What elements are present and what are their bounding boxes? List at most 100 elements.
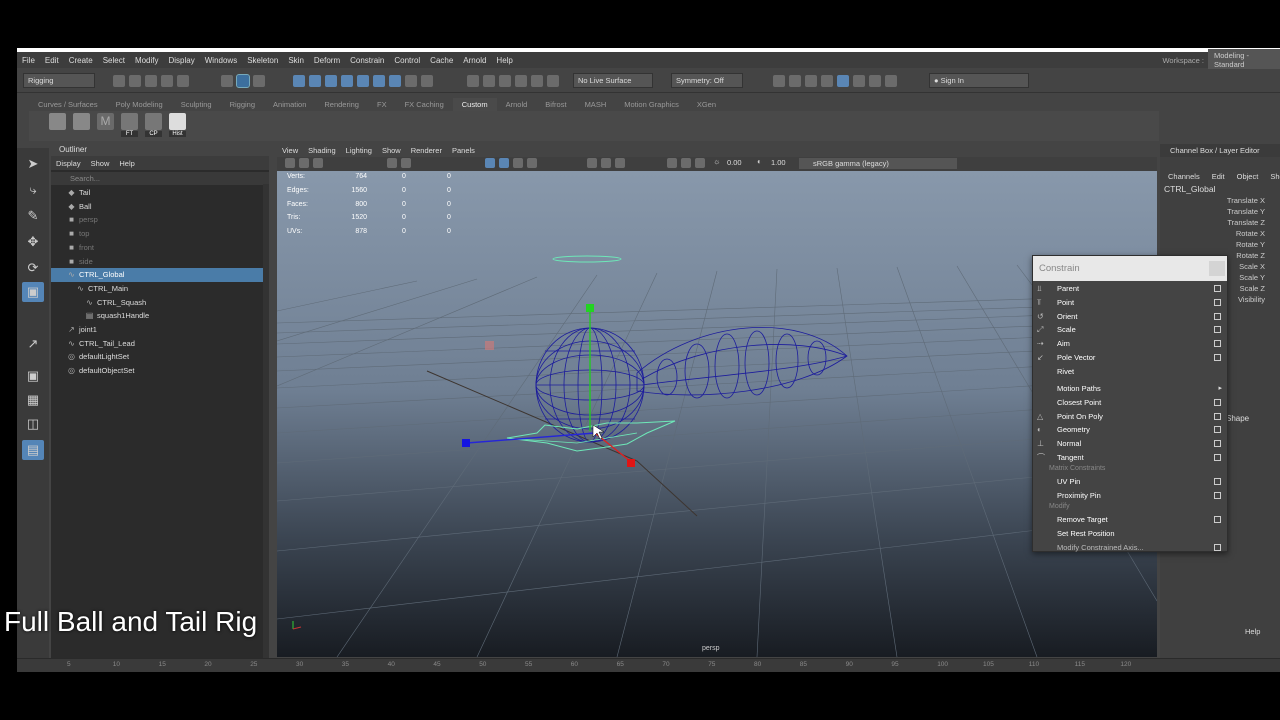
- xray-joints-icon[interactable]: [601, 158, 611, 168]
- outliner-item-persp[interactable]: ■ persp: [51, 213, 263, 227]
- delete-history-icon[interactable]: [169, 113, 186, 130]
- grid-toggle-icon[interactable]: [387, 158, 397, 168]
- menu-file[interactable]: File: [17, 56, 40, 65]
- persp-outliner-icon[interactable]: ◫: [22, 414, 44, 434]
- snap-grid-icon[interactable]: [467, 75, 479, 87]
- gamma-value[interactable]: 1.00: [771, 158, 786, 167]
- viewport-menu-shading[interactable]: Shading: [303, 146, 341, 155]
- shelf-tab-animation[interactable]: Animation: [264, 98, 315, 111]
- channel-box-node[interactable]: CTRL_Global: [1164, 184, 1216, 194]
- option-box-icon[interactable]: [1214, 478, 1221, 485]
- z-axis-handle[interactable]: [462, 439, 470, 447]
- menu-skin[interactable]: Skin: [283, 56, 309, 65]
- menu-create[interactable]: Create: [64, 56, 98, 65]
- menu-item-parent[interactable]: ⫫ Parent: [1033, 282, 1227, 296]
- new-scene-icon[interactable]: [113, 75, 125, 87]
- select-component-icon[interactable]: [253, 75, 265, 87]
- hypershade-icon[interactable]: [837, 75, 849, 87]
- viewport-menu-renderer[interactable]: Renderer: [406, 146, 447, 155]
- channel-attr-translate-z[interactable]: Translate Z: [1180, 217, 1265, 228]
- viewport-menu-lighting[interactable]: Lighting: [341, 146, 377, 155]
- outliner-item-joint1[interactable]: ↗ joint1: [51, 323, 263, 337]
- lock-selection-icon[interactable]: [405, 75, 417, 87]
- channel-attr-translate-x[interactable]: Translate X: [1180, 195, 1265, 206]
- lights-icon[interactable]: [527, 158, 537, 168]
- rotate-tool-icon[interactable]: ⟳: [22, 258, 44, 278]
- select-camera-icon[interactable]: [285, 158, 295, 168]
- film-gate-icon[interactable]: [401, 158, 411, 168]
- select-by-joint-icon[interactable]: [309, 75, 321, 87]
- option-box-icon[interactable]: [1214, 440, 1221, 448]
- save-scene-icon[interactable]: [145, 75, 157, 87]
- channel-menu-show[interactable]: Show: [1262, 170, 1280, 183]
- viewport-menu-panels[interactable]: Panels: [447, 146, 480, 155]
- gate-mask-icon[interactable]: [681, 158, 691, 168]
- undo-icon[interactable]: [161, 75, 173, 87]
- shelf-tab-fx[interactable]: FX: [368, 98, 396, 111]
- menu-item-point-on-poly[interactable]: △ Point On Poly: [1033, 410, 1227, 424]
- render-frame-icon[interactable]: [789, 75, 801, 87]
- outliner-item-squash1handle[interactable]: ▤ squash1Handle: [51, 309, 263, 323]
- last-tool-icon[interactable]: ↗: [22, 334, 44, 354]
- outliner-item-ctrl-squash[interactable]: ∿ CTRL_Squash: [51, 296, 263, 310]
- single-view-icon[interactable]: ▣: [22, 366, 44, 386]
- select-by-dynamic-icon[interactable]: [373, 75, 385, 87]
- select-object-icon[interactable]: [236, 74, 250, 88]
- shelf-tab-custom[interactable]: Custom: [452, 98, 497, 111]
- shelf-tab-fx-caching[interactable]: FX Caching: [396, 98, 453, 111]
- option-box-icon[interactable]: [1214, 285, 1221, 292]
- menu-constrain[interactable]: Constrain: [345, 56, 389, 65]
- outliner-item-ball[interactable]: ◆ Ball: [51, 200, 263, 214]
- snap-projected-icon[interactable]: [515, 75, 527, 87]
- select-hierarchy-icon[interactable]: [221, 75, 233, 87]
- x-axis-handle[interactable]: [627, 459, 635, 467]
- 3d-scene[interactable]: Verts: 764 0 0 Edges: 1560 0 0 Faces: 800 0 0 Tris: 1…: [277, 171, 1157, 657]
- menu-edit[interactable]: Edit: [40, 56, 64, 65]
- channel-attr-translate-y[interactable]: Translate Y: [1180, 206, 1265, 217]
- menu-item-set-rest-position[interactable]: Set Rest Position: [1033, 527, 1227, 541]
- menu-item-point[interactable]: ⫪ Point: [1033, 296, 1227, 310]
- channel-menu-channels[interactable]: Channels: [1160, 170, 1204, 183]
- menu-help[interactable]: Help: [491, 56, 517, 65]
- menu-cache[interactable]: Cache: [425, 56, 458, 65]
- outliner-search-input[interactable]: Search...: [51, 172, 269, 185]
- option-box-icon[interactable]: [1214, 354, 1221, 361]
- menu-deform[interactable]: Deform: [309, 56, 345, 65]
- make-live-icon[interactable]: [547, 75, 559, 87]
- menu-item-aim[interactable]: ⇢ Aim: [1033, 337, 1227, 351]
- option-box-icon[interactable]: [1214, 516, 1221, 523]
- select-by-surface-icon[interactable]: [341, 75, 353, 87]
- bookmarks-icon[interactable]: [313, 158, 323, 168]
- channel-attr-rotate-x[interactable]: Rotate X: [1180, 228, 1265, 239]
- sign-in-dropdown[interactable]: ● Sign In: [929, 73, 1029, 88]
- menu-item-motion-paths[interactable]: Motion Paths ▸: [1033, 382, 1227, 396]
- highlight-selection-icon[interactable]: [421, 75, 433, 87]
- shelf-tab-motion-graphics[interactable]: Motion Graphics: [615, 98, 688, 111]
- pause-viewport-icon[interactable]: [885, 75, 897, 87]
- viewport-menu-show[interactable]: Show: [377, 146, 406, 155]
- snap-point-icon[interactable]: [499, 75, 511, 87]
- camera-attributes-icon[interactable]: [299, 158, 309, 168]
- move-tool-icon[interactable]: ✥: [22, 232, 44, 252]
- menu-item-normal[interactable]: ⊥ Normal: [1033, 437, 1227, 451]
- outliner-scrollbar[interactable]: [263, 184, 269, 672]
- option-box-icon[interactable]: [1214, 454, 1221, 461]
- menu-item-scale[interactable]: ⤢ Scale: [1033, 323, 1227, 337]
- shelf-tool-1-icon[interactable]: [49, 113, 66, 130]
- resolution-gate-icon[interactable]: [667, 158, 677, 168]
- menu-arnold[interactable]: Arnold: [458, 56, 491, 65]
- menuset-dropdown[interactable]: Rigging: [23, 73, 95, 88]
- menu-item-orient[interactable]: ↺ Orient: [1033, 310, 1227, 324]
- smooth-shade-icon[interactable]: [499, 158, 509, 168]
- menu-select[interactable]: Select: [98, 56, 130, 65]
- outliner-item-defaultobjectset[interactable]: ◎ defaultObjectSet: [51, 364, 263, 378]
- shelf-tab-mash[interactable]: MASH: [576, 98, 616, 111]
- option-box-icon[interactable]: [1214, 543, 1221, 551]
- wireframe-icon[interactable]: [485, 158, 495, 168]
- mel-script-icon[interactable]: M: [97, 113, 114, 130]
- outliner-item-ctrl-global[interactable]: ∿ CTRL_Global: [51, 268, 263, 282]
- menu-item-remove-target[interactable]: Remove Target: [1033, 513, 1227, 527]
- outliner-item-ctrl-tail-lead[interactable]: ∿ CTRL_Tail_Lead: [51, 337, 263, 351]
- channel-menu-edit[interactable]: Edit: [1204, 170, 1229, 183]
- tear-off-button[interactable]: [1209, 261, 1225, 276]
